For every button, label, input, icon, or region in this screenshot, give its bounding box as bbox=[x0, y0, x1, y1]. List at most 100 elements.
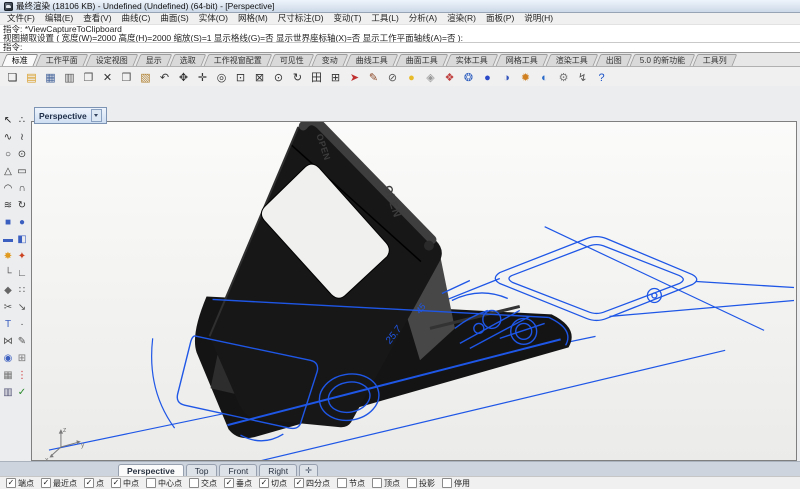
toolbar-button[interactable]: ? bbox=[592, 68, 611, 88]
menu-item[interactable]: 编辑(E) bbox=[40, 13, 78, 24]
toolbar-tab[interactable]: 网格工具 bbox=[496, 54, 549, 66]
palette-button[interactable]: ✂ bbox=[1, 299, 15, 316]
checkbox-icon[interactable] bbox=[111, 478, 121, 488]
menu-item[interactable]: 渲染(R) bbox=[442, 13, 481, 24]
toolbar-button[interactable]: ❒ bbox=[117, 68, 136, 88]
osnap-toggle[interactable]: 中点 bbox=[111, 478, 139, 489]
toolbar-button[interactable]: ▧ bbox=[136, 68, 155, 88]
toolbar-button[interactable]: ↯ bbox=[573, 68, 592, 88]
toolbar-button[interactable]: ◑ bbox=[497, 68, 516, 88]
toolbar-button[interactable]: ↻ bbox=[288, 68, 307, 88]
toolbar-tab[interactable]: 实体工具 bbox=[446, 54, 499, 66]
palette-button[interactable]: ○ bbox=[1, 146, 15, 163]
menu-item[interactable]: 曲线(C) bbox=[117, 13, 156, 24]
palette-button[interactable]: ∿ bbox=[1, 129, 15, 146]
palette-button[interactable]: △ bbox=[1, 163, 15, 180]
palette-button[interactable]: ↻ bbox=[15, 197, 29, 214]
menu-item[interactable]: 面板(P) bbox=[481, 13, 519, 24]
checkbox-icon[interactable] bbox=[294, 478, 304, 488]
palette-button[interactable]: └ bbox=[1, 265, 15, 282]
checkbox-icon[interactable] bbox=[442, 478, 452, 488]
toolbar-button[interactable]: ● bbox=[402, 68, 421, 88]
osnap-toggle[interactable]: 顶点 bbox=[372, 478, 400, 489]
toolbar-button[interactable]: ▤ bbox=[22, 68, 41, 88]
palette-button[interactable]: ◆ bbox=[1, 282, 15, 299]
menu-item[interactable]: 尺寸标注(D) bbox=[273, 13, 329, 24]
toolbar-button[interactable]: ⊠ bbox=[250, 68, 269, 88]
toolbar-button[interactable]: ◐ bbox=[535, 68, 554, 88]
osnap-toggle[interactable]: 最近点 bbox=[41, 478, 77, 489]
osnap-toggle[interactable]: 中心点 bbox=[146, 478, 182, 489]
toolbar-tab[interactable]: 工作平面 bbox=[36, 54, 89, 66]
palette-button[interactable]: ⊙ bbox=[15, 146, 29, 163]
toolbar-button[interactable]: ⚙ bbox=[554, 68, 573, 88]
palette-button[interactable]: ↖ bbox=[1, 112, 15, 129]
toolbar-button[interactable]: 田 bbox=[307, 68, 326, 88]
viewport-title-tab[interactable]: Perspective bbox=[34, 107, 107, 124]
osnap-toggle[interactable]: 四分点 bbox=[294, 478, 330, 489]
toolbar-tab[interactable]: 标准 bbox=[2, 54, 39, 66]
checkbox-icon[interactable] bbox=[6, 478, 16, 488]
osnap-toggle[interactable]: 停用 bbox=[442, 478, 470, 489]
palette-button[interactable]: ✸ bbox=[1, 248, 15, 265]
toolbar-button[interactable]: ⊞ bbox=[326, 68, 345, 88]
toolbar-tab[interactable]: 可见性 bbox=[270, 54, 315, 66]
palette-button[interactable]: ⋈ bbox=[1, 333, 15, 350]
toolbar-tab[interactable]: 曲面工具 bbox=[396, 54, 449, 66]
toolbar-tab[interactable]: 出图 bbox=[596, 54, 633, 66]
toolbar-button[interactable]: ↶ bbox=[155, 68, 174, 88]
palette-button[interactable]: T bbox=[1, 316, 15, 333]
palette-button[interactable]: ∟ bbox=[15, 265, 29, 282]
palette-button[interactable]: ✦ bbox=[15, 248, 29, 265]
toolbar-button[interactable]: ➤ bbox=[345, 68, 364, 88]
toolbar-tab[interactable]: 渲染工具 bbox=[546, 54, 599, 66]
osnap-toggle[interactable]: 垂点 bbox=[224, 478, 252, 489]
menu-item[interactable]: 查看(V) bbox=[78, 13, 116, 24]
toolbar-tab[interactable]: 设定视图 bbox=[86, 54, 139, 66]
palette-button[interactable]: ∩ bbox=[15, 180, 29, 197]
toolbar-button[interactable]: ◎ bbox=[212, 68, 231, 88]
toolbar-button[interactable]: ⊘ bbox=[383, 68, 402, 88]
toolbar-tab[interactable]: 工作视窗配置 bbox=[204, 54, 273, 66]
toolbar-button[interactable]: ⊡ bbox=[231, 68, 250, 88]
palette-button[interactable]: ▥ bbox=[1, 384, 15, 401]
toolbar-button[interactable]: ✎ bbox=[364, 68, 383, 88]
palette-button[interactable]: ✎ bbox=[15, 333, 29, 350]
menu-item[interactable]: 变动(T) bbox=[329, 13, 367, 24]
toolbar-tab[interactable]: 显示 bbox=[136, 54, 173, 66]
palette-button[interactable]: · bbox=[15, 316, 29, 333]
flat-pattern-drawing[interactable] bbox=[430, 237, 794, 321]
checkbox-icon[interactable] bbox=[337, 478, 347, 488]
menu-item[interactable]: 网格(M) bbox=[233, 13, 273, 24]
toolbar-tab[interactable]: 工具列 bbox=[693, 54, 738, 66]
palette-button[interactable]: ⋮ bbox=[15, 367, 29, 384]
menu-item[interactable]: 文件(F) bbox=[2, 13, 40, 24]
toolbar-tab[interactable]: 选取 bbox=[170, 54, 207, 66]
palette-button[interactable]: ⊞ bbox=[15, 350, 29, 367]
checkbox-icon[interactable] bbox=[84, 478, 94, 488]
palette-button[interactable]: ≀ bbox=[15, 129, 29, 146]
osnap-toggle[interactable]: 端点 bbox=[6, 478, 34, 489]
menu-item[interactable]: 分析(A) bbox=[404, 13, 442, 24]
toolbar-tab[interactable]: 曲线工具 bbox=[346, 54, 399, 66]
menu-item[interactable]: 实体(O) bbox=[194, 13, 233, 24]
toolbar-button[interactable]: ✕ bbox=[98, 68, 117, 88]
osnap-toggle[interactable]: 交点 bbox=[189, 478, 217, 489]
palette-button[interactable]: ▭ bbox=[15, 163, 29, 180]
palette-button[interactable]: ● bbox=[15, 214, 29, 231]
command-prompt-input[interactable]: 指令: bbox=[0, 43, 800, 52]
toolbar-button[interactable]: ❐ bbox=[79, 68, 98, 88]
checkbox-icon[interactable] bbox=[41, 478, 51, 488]
checkbox-icon[interactable] bbox=[407, 478, 417, 488]
toolbar-button[interactable]: ● bbox=[478, 68, 497, 88]
checkbox-icon[interactable] bbox=[189, 478, 199, 488]
palette-button[interactable]: ■ bbox=[1, 214, 15, 231]
menu-item[interactable]: 说明(H) bbox=[519, 13, 558, 24]
perspective-viewport[interactable]: OPEN OPEN bbox=[31, 121, 797, 461]
toolbar-tab[interactable]: 变动 bbox=[312, 54, 349, 66]
palette-button[interactable]: ≋ bbox=[1, 197, 15, 214]
osnap-toggle[interactable]: 点 bbox=[84, 478, 104, 489]
toolbar-button[interactable]: ✹ bbox=[516, 68, 535, 88]
palette-button[interactable]: ∷ bbox=[15, 282, 29, 299]
osnap-toggle[interactable]: 投影 bbox=[407, 478, 435, 489]
